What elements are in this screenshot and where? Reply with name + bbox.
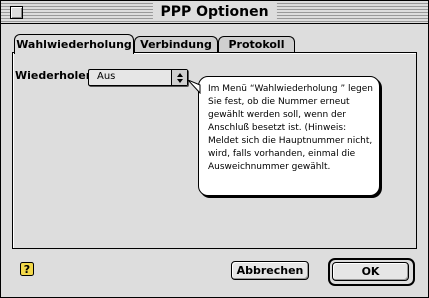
tab-wahlwiederholung[interactable]: Wahlwiederholung — [14, 34, 134, 54]
help-balloon: Im Menü “Wahlwiederholung ” legen Sie fe… — [198, 76, 380, 196]
tab-protokoll[interactable]: Protokoll — [218, 36, 295, 53]
balloon-pointer — [188, 80, 201, 94]
svg-text:?: ? — [24, 263, 30, 276]
redial-label: Wiederholen: — [15, 69, 98, 82]
help-balloon-text: Im Menü “Wahlwiederholung ” legen Sie fe… — [208, 84, 373, 172]
title-bar[interactable]: PPP Optionen — [1, 1, 428, 24]
cancel-button[interactable]: Abbrechen — [231, 261, 309, 280]
ok-button[interactable]: OK — [332, 262, 409, 281]
redial-popup-menu[interactable]: Aus — [88, 69, 188, 86]
ppp-options-window: PPP Optionen Wahlwiederholung Verbindung… — [0, 0, 429, 298]
close-box-icon[interactable] — [10, 6, 23, 19]
help-icon[interactable]: ? — [20, 262, 34, 276]
redial-selected-value: Aus — [97, 71, 116, 82]
popup-arrows-icon — [171, 70, 187, 85]
tab-verbindung[interactable]: Verbindung — [134, 36, 218, 53]
window-title: PPP Optionen — [152, 3, 277, 21]
